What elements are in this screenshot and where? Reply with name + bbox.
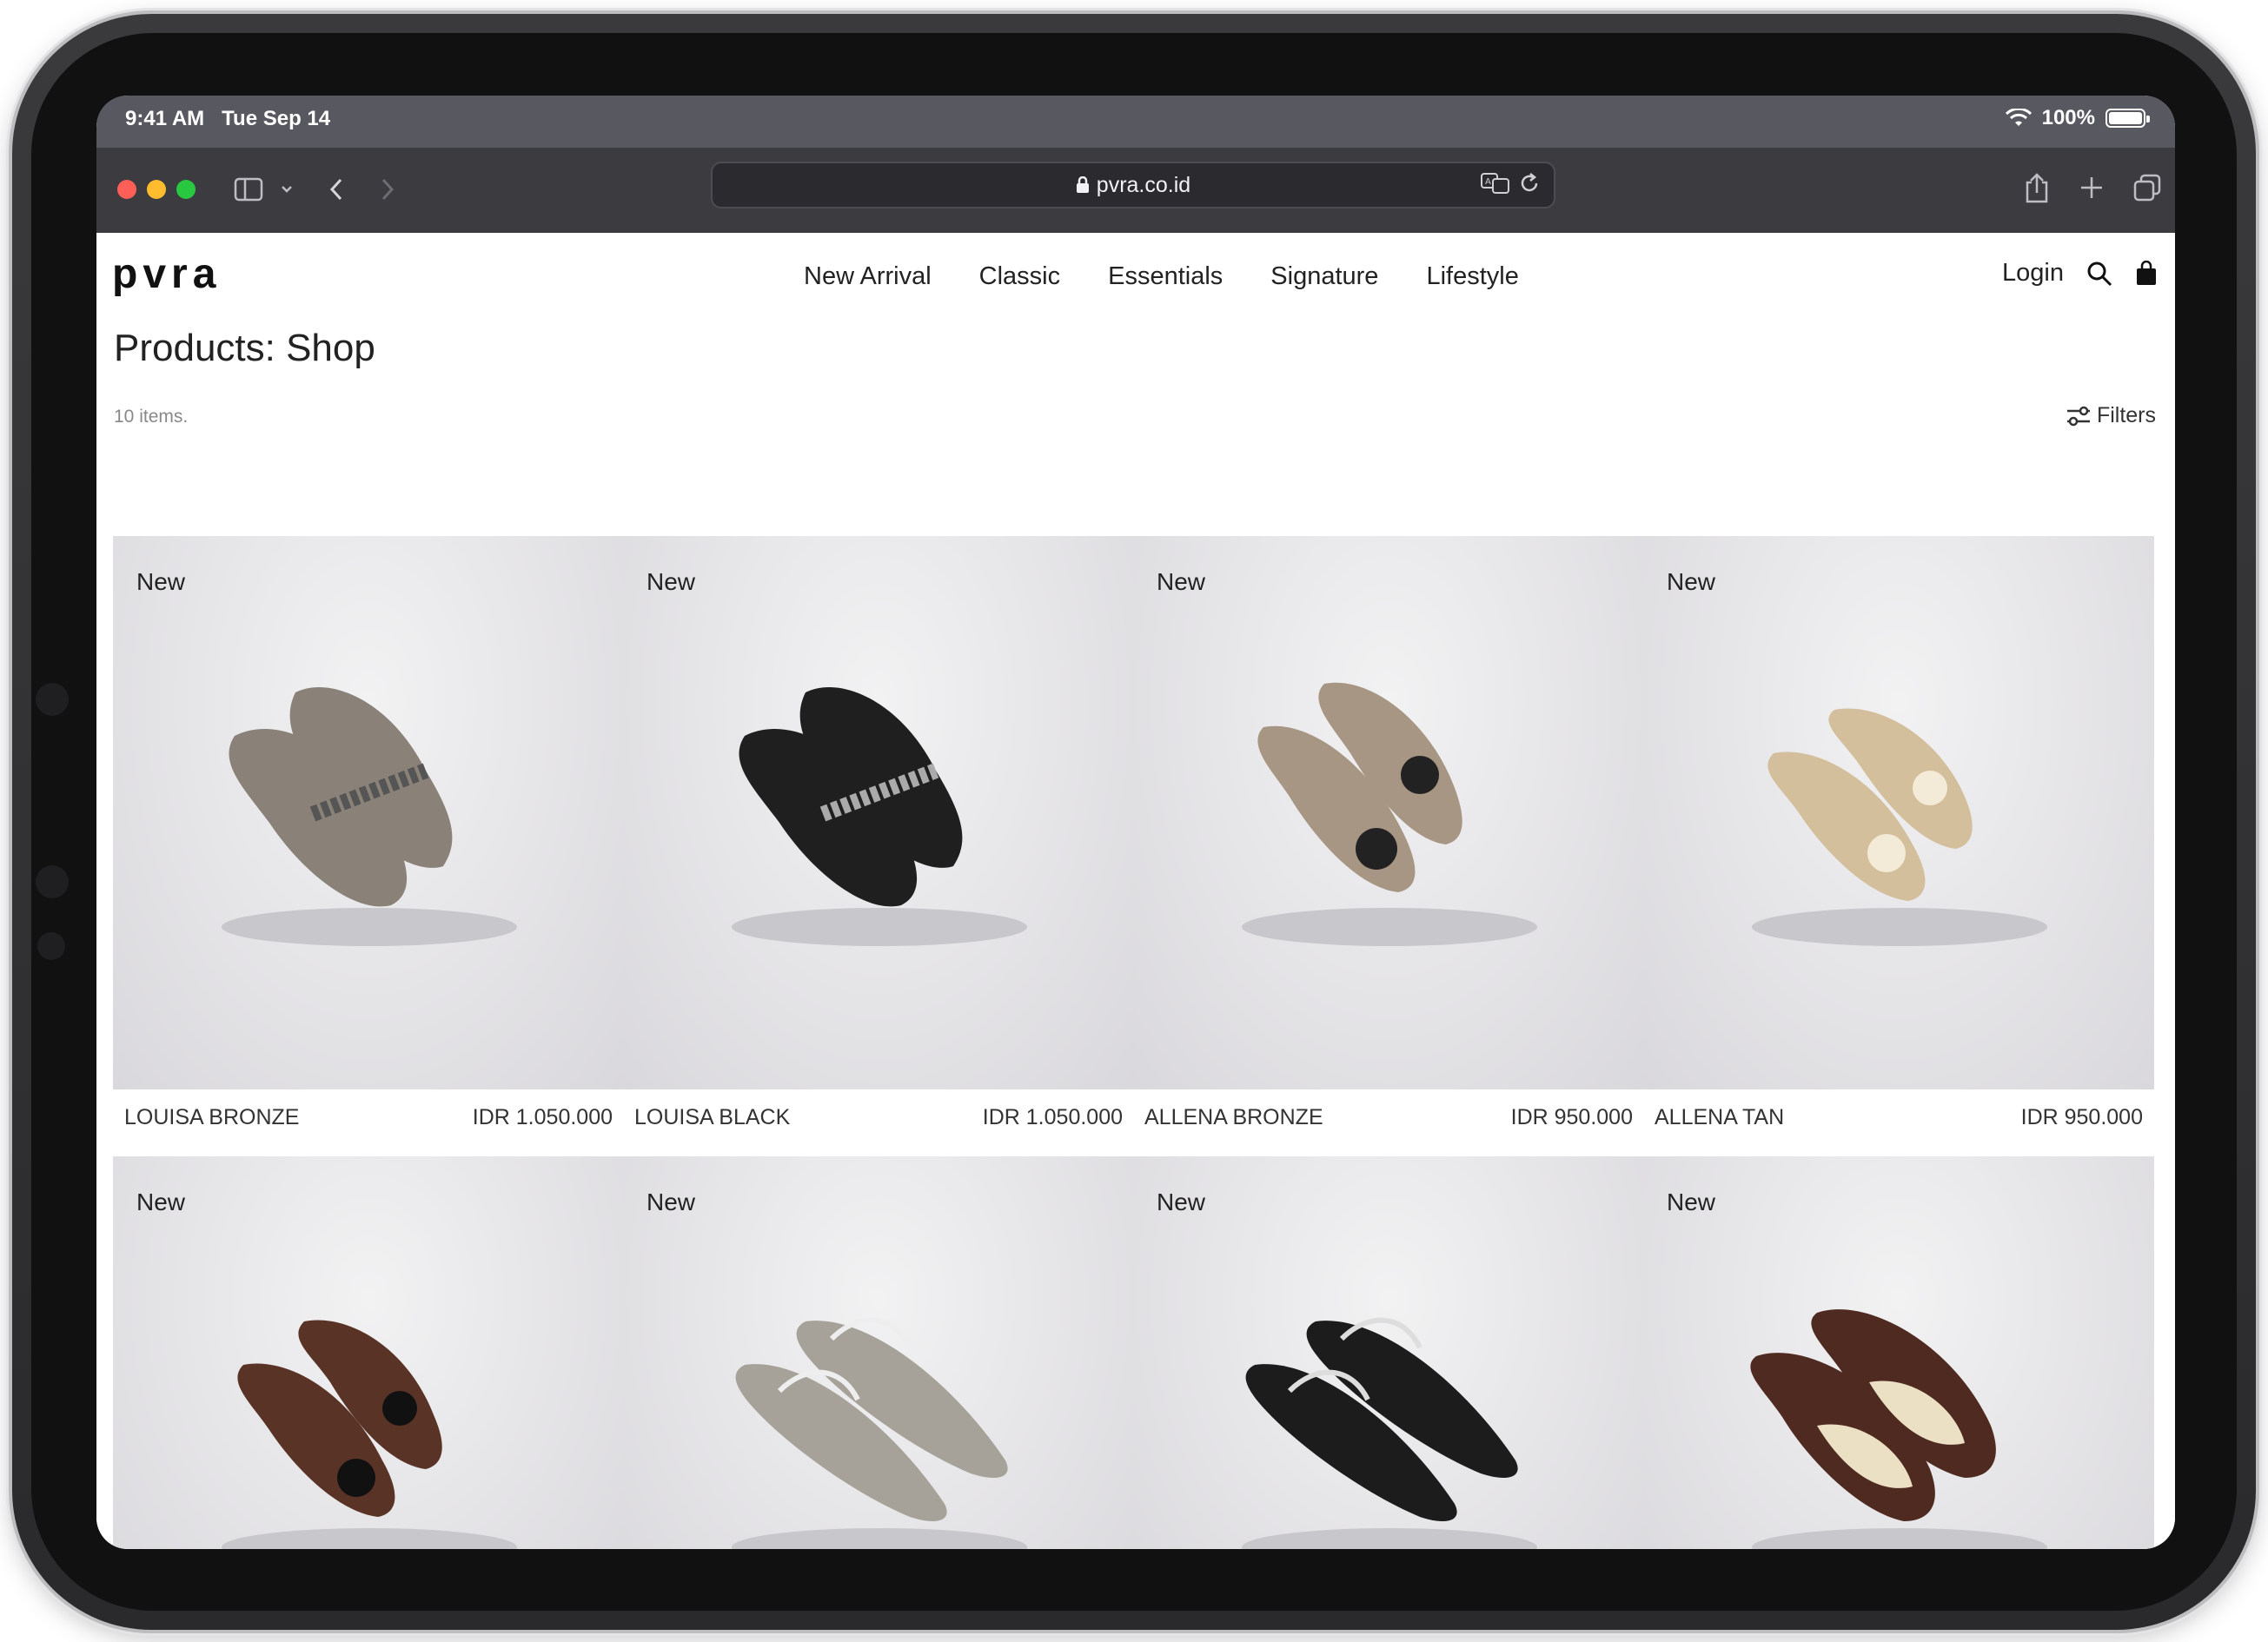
minimize-window-button[interactable] [147, 180, 166, 199]
battery-icon [2106, 109, 2150, 128]
product-image[interactable]: New [1133, 1156, 1644, 1549]
sidebar-toggle-icon[interactable] [234, 177, 263, 202]
login-link[interactable]: Login [2002, 259, 2064, 288]
loafer-image [222, 687, 517, 946]
shopping-bag-icon[interactable] [2135, 260, 2158, 287]
new-badge: New [136, 568, 186, 595]
product-image[interactable]: New [1643, 1156, 2154, 1549]
status-bar: 9:41 AM Tue Sep 14 100% [96, 96, 2175, 148]
product-price: IDR 950.000 [2020, 1105, 2143, 1129]
loafer-image [732, 687, 1027, 946]
web-page: pvra New Arrival Classic Essentials Sign… [96, 233, 2175, 1549]
mule-image [1242, 682, 1537, 946]
new-badge: New [1157, 1188, 1206, 1215]
product-name[interactable]: ALLENA BRONZE [1144, 1105, 1323, 1130]
reload-icon[interactable] [1519, 172, 1540, 195]
slingback-image [1242, 1317, 1537, 1549]
items-count: 10 items. [114, 407, 189, 427]
product-name[interactable]: LOUISA BLACK [634, 1105, 790, 1130]
new-badge: New [1157, 568, 1206, 595]
side-sensor [37, 932, 65, 960]
nav-lifestyle[interactable]: Lifestyle [1426, 262, 1518, 291]
main-nav: New Arrival Classic Essentials Signature… [804, 262, 1519, 291]
new-badge: New [1667, 568, 1716, 595]
filters-button[interactable]: Filters [2066, 403, 2156, 428]
chevron-down-icon[interactable] [281, 184, 293, 195]
share-icon[interactable] [2024, 172, 2050, 203]
date-text: Tue Sep 14 [222, 107, 331, 130]
new-badge: New [647, 1188, 696, 1215]
slingback-image [732, 1317, 1027, 1549]
status-right: 100% [2005, 106, 2150, 130]
mule-image [1752, 708, 2047, 946]
loafer-image [1750, 1309, 2047, 1549]
time-text: 9:41 AM [125, 107, 205, 130]
product-name[interactable]: ALLENA TAN [1655, 1105, 1784, 1130]
svg-text:A: A [1485, 177, 1491, 187]
product-price: IDR 1.050.000 [472, 1105, 613, 1129]
back-icon[interactable] [328, 177, 345, 202]
product-name[interactable]: LOUISA BRONZE [124, 1105, 299, 1130]
product-image[interactable]: New [1133, 536, 1644, 1089]
mule-image [222, 1320, 517, 1549]
header-actions: Login [2002, 259, 2158, 288]
close-window-button[interactable] [117, 180, 136, 199]
product-image[interactable]: New [623, 1156, 1134, 1549]
product-image[interactable]: New [1643, 536, 2154, 1089]
nav-essentials[interactable]: Essentials [1108, 262, 1223, 291]
browser-toolbar: pvra.co.id A [96, 148, 2175, 233]
nav-new-arrival[interactable]: New Arrival [804, 262, 932, 291]
product-image[interactable]: New [623, 536, 1134, 1089]
battery-text: 100% [2041, 106, 2095, 129]
tab-overview-icon[interactable] [2133, 174, 2161, 202]
status-time: 9:41 AM Tue Sep 14 [125, 107, 330, 131]
nav-signature[interactable]: Signature [1270, 262, 1378, 291]
screen: 9:41 AM Tue Sep 14 100% pvra.co.id A pvr… [96, 96, 2175, 1549]
lock-icon [1076, 176, 1089, 193]
product-price: IDR 1.050.000 [982, 1105, 1123, 1129]
product-image[interactable]: New [113, 536, 624, 1089]
new-badge: New [136, 1188, 186, 1215]
translate-icon[interactable]: A [1481, 172, 1510, 195]
forward-icon[interactable] [379, 177, 396, 202]
side-sensor [36, 865, 69, 898]
filters-icon [2066, 406, 2090, 426]
address-bar[interactable]: pvra.co.id A [711, 162, 1555, 209]
zoom-window-button[interactable] [176, 180, 196, 199]
new-tab-icon[interactable] [2079, 175, 2104, 200]
site-logo[interactable]: pvra [112, 250, 221, 298]
product-price: IDR 950.000 [1510, 1105, 1633, 1129]
wifi-icon [2005, 109, 2032, 126]
nav-classic[interactable]: Classic [979, 262, 1060, 291]
product-image[interactable]: New [113, 1156, 624, 1549]
page-title: Products: Shop [114, 327, 375, 369]
filters-label: Filters [2096, 403, 2156, 427]
search-icon[interactable] [2086, 261, 2112, 287]
url-text: pvra.co.id [1096, 172, 1191, 197]
new-badge: New [647, 568, 696, 595]
side-sensor [36, 683, 69, 716]
new-badge: New [1667, 1188, 1716, 1215]
address-bar-actions: A [1481, 172, 1540, 195]
